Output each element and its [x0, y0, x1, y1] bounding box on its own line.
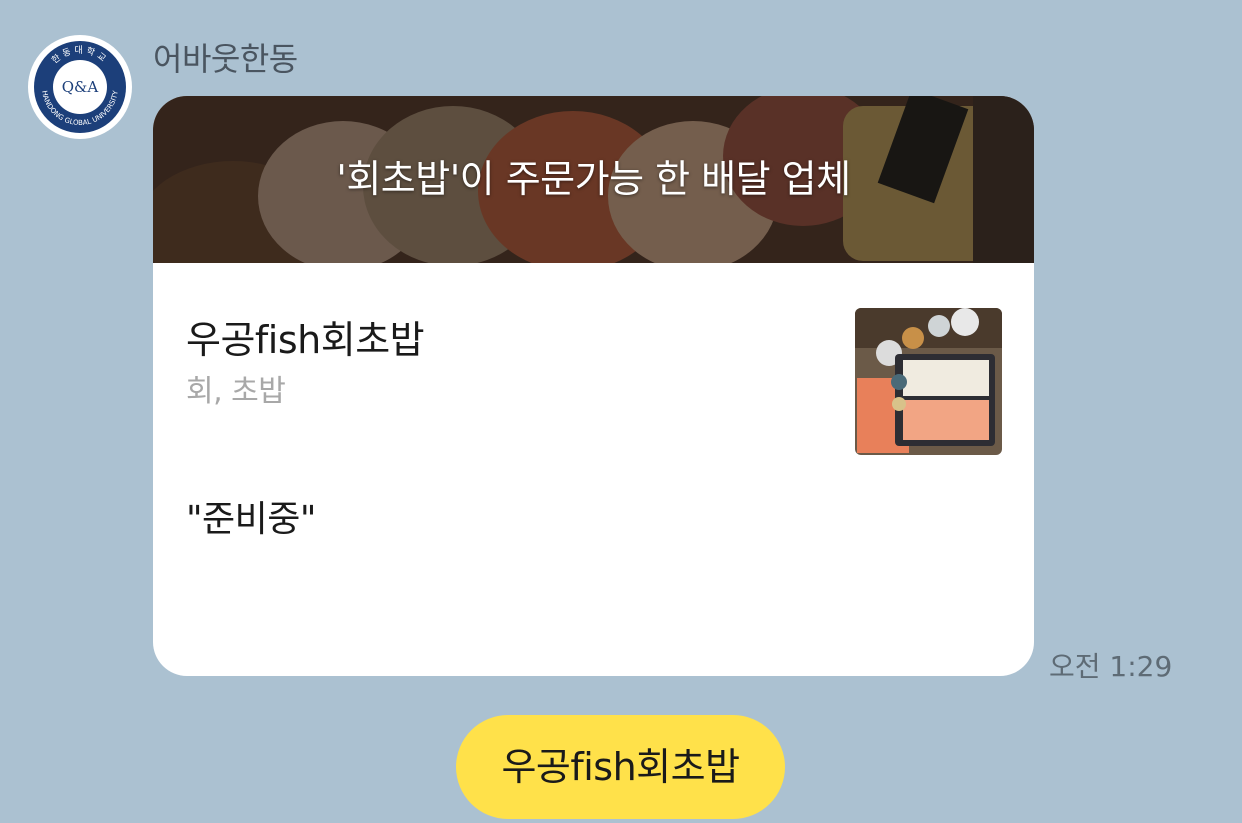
card-header-title: '회초밥'이 주문가능 한 배달 업체 — [336, 157, 851, 201]
sushi-platter-image — [855, 308, 1002, 455]
quick-reply-button[interactable]: 우공fish회초밥 — [456, 715, 785, 819]
handong-qa-logo-icon: 한동대학교 HANDONG GLOBAL UNIVERSITY Q&A — [30, 37, 130, 137]
store-name: 우공fish회초밥 — [186, 318, 425, 362]
avatar-center-text: Q&A — [62, 78, 99, 96]
store-category: 회, 초밥 — [186, 374, 286, 409]
message-timestamp: 오전 1:29 — [1049, 650, 1173, 683]
store-status: "준비중" — [186, 499, 316, 540]
card-header-image: '회초밥'이 주문가능 한 배달 업체 — [153, 96, 1034, 263]
message-card[interactable]: '회초밥'이 주문가능 한 배달 업체 우공fish회초밥 회, 초밥 "준비중… — [153, 96, 1034, 676]
sender-name: 어바웃한동 — [153, 40, 298, 78]
avatar[interactable]: 한동대학교 HANDONG GLOBAL UNIVERSITY Q&A — [28, 35, 132, 139]
store-thumbnail[interactable] — [855, 308, 1002, 455]
